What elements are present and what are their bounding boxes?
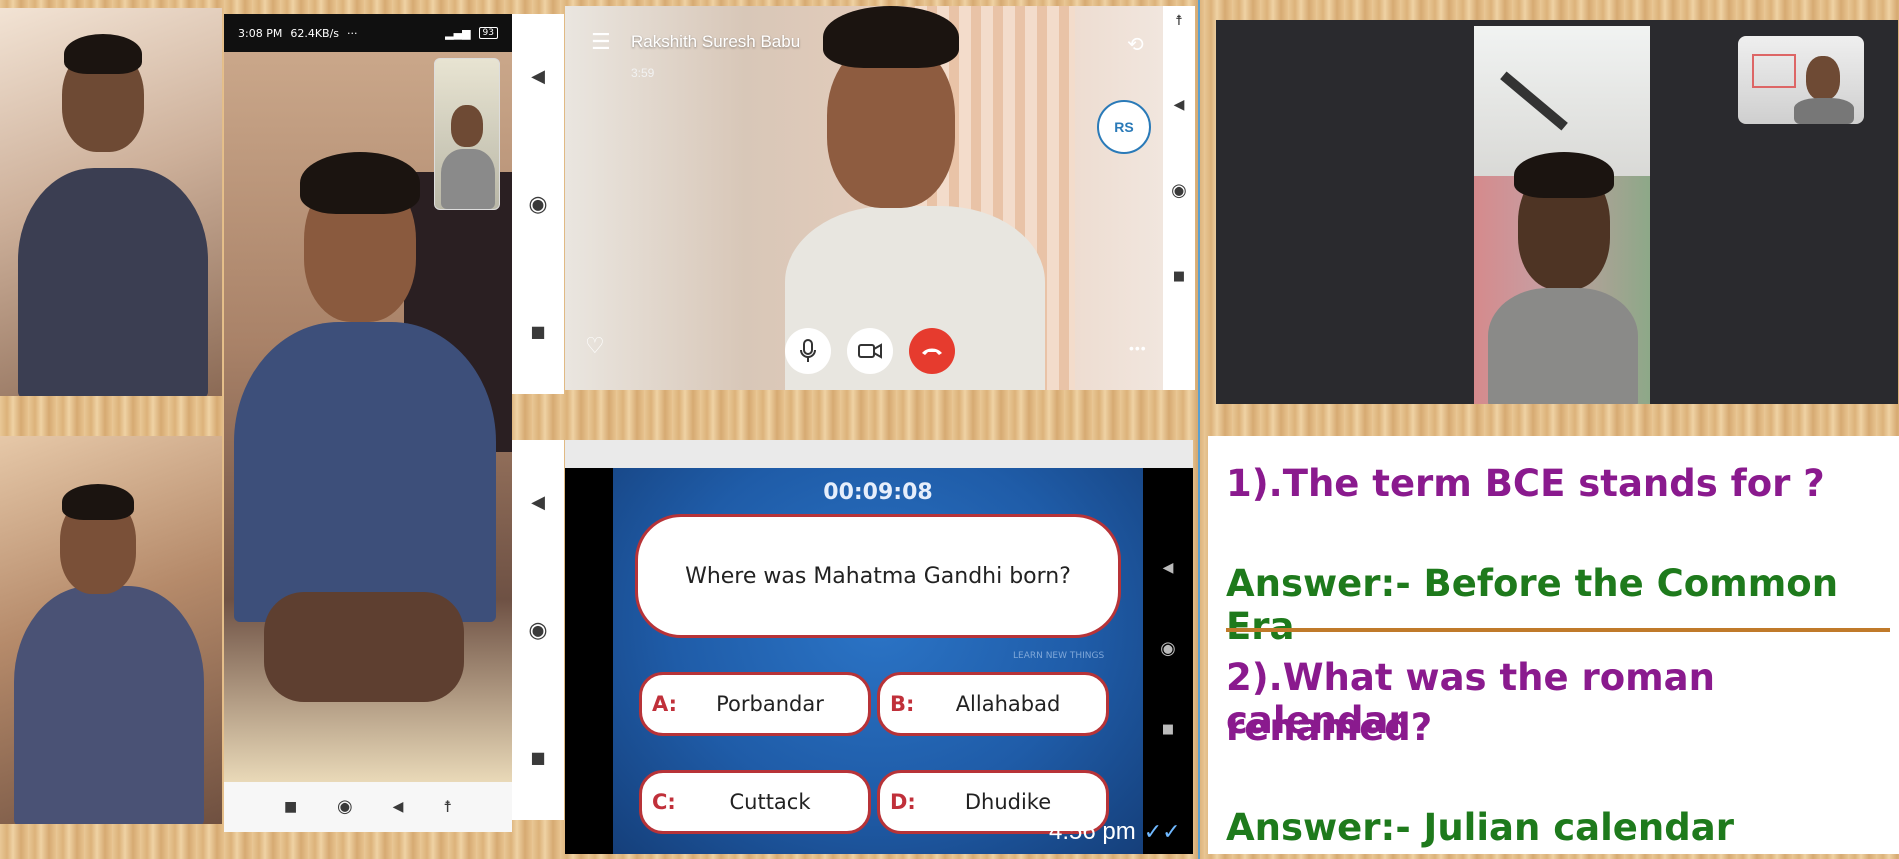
skype-call-window: ☰ Rakshith Suresh Babu 3:59 ⟲ RS ♡ ••• — [565, 6, 1163, 390]
remote-video-portrait — [1474, 26, 1650, 404]
status-bar: 3:08 PM 62.4KB/s ··· ▂▄▆ 93 — [224, 14, 512, 52]
answer-2: Answer:- Julian calendar — [1226, 806, 1734, 849]
quiz-question: Where was Mahatma Gandhi born? — [685, 563, 1071, 589]
read-receipt-icon: ✓✓ — [1143, 819, 1181, 844]
ceiling-fan — [1500, 71, 1568, 131]
quiz-board: 00:09:08 Where was Mahatma Gandhi born? … — [613, 468, 1143, 854]
back-icon[interactable]: ◀ — [531, 68, 545, 86]
timestamp-text: 4:56 pm — [1049, 818, 1136, 845]
quiz-option-c[interactable]: C: Cuttack — [639, 770, 871, 834]
switch-camera-icon[interactable]: ⟲ — [1127, 34, 1144, 54]
quiz-timer: 00:09:08 — [823, 480, 933, 505]
participant-avatar[interactable]: RS — [1097, 100, 1151, 154]
crossed-legs — [264, 592, 464, 702]
square-icon[interactable]: ■ — [530, 324, 545, 340]
home-circle-icon[interactable]: ◉ — [528, 620, 547, 642]
square-icon[interactable]: ■ — [284, 800, 297, 814]
quiz-tagline: LEARN NEW THINGS — [1013, 651, 1105, 661]
quiz-topbar — [565, 440, 1193, 468]
home-circle-icon[interactable]: ◉ — [528, 194, 547, 216]
panel-divider — [1198, 0, 1200, 859]
end-call-button[interactable] — [909, 328, 955, 374]
android-nav-strip-lower: ◀ ◉ ■ — [512, 440, 564, 820]
video-still-top-left — [0, 8, 222, 396]
home-circle-icon[interactable]: ◉ — [1160, 639, 1176, 658]
self-view-thumbnail-right[interactable] — [1738, 36, 1864, 124]
square-icon[interactable]: ■ — [530, 750, 545, 766]
home-circle-icon[interactable]: ◉ — [337, 798, 353, 816]
video-still-bottom-left — [0, 436, 222, 824]
battery-icon: 93 — [478, 27, 498, 39]
caller-name: Rakshith Suresh Babu — [631, 32, 801, 51]
status-dots: ··· — [347, 26, 358, 40]
self-view-thumbnail[interactable] — [434, 58, 500, 210]
quiz-nav-strip: ◀ ◉ ■ — [1143, 528, 1193, 768]
mute-button[interactable] — [785, 328, 831, 374]
answer-1: Answer:- Before the Common Era — [1226, 562, 1839, 648]
back-icon[interactable]: ◀ — [393, 800, 404, 814]
qa-divider — [1226, 628, 1890, 632]
accessibility-icon[interactable]: ☨ — [443, 799, 452, 815]
back-icon[interactable]: ◀ — [531, 494, 545, 512]
square-icon[interactable]: ■ — [1173, 270, 1185, 283]
home-circle-icon[interactable]: ◉ — [1171, 182, 1187, 200]
android-nav-strip-upper: ◀ ◉ ■ — [512, 14, 564, 394]
video-camera-icon — [858, 343, 882, 359]
back-icon[interactable]: ◀ — [1174, 98, 1185, 112]
quiz-screen: 00:09:08 Where was Mahatma Gandhi born? … — [565, 468, 1193, 854]
chat-icon[interactable]: ☰ — [591, 32, 611, 54]
question-2-line-2: renamed? — [1226, 706, 1433, 749]
message-timestamp: 4:56 pm ✓✓ — [1049, 818, 1181, 846]
status-speed: 62.4KB/s — [290, 26, 340, 40]
call-duration: 3:59 — [631, 66, 655, 80]
microphone-icon — [800, 339, 816, 362]
back-icon[interactable]: ◀ — [1163, 561, 1174, 575]
question-1: 1).The term BCE stands for ? — [1226, 462, 1825, 505]
heart-icon[interactable]: ♡ — [585, 336, 605, 358]
square-icon[interactable]: ■ — [1162, 723, 1174, 736]
android-nav-bar: ■ ◉ ◀ ☨ — [224, 782, 512, 832]
quiz-option-a[interactable]: A: Porbandar — [639, 672, 871, 736]
more-options-button[interactable]: ••• — [1129, 340, 1147, 356]
android-nav-strip-right: ☨ ◀ ◉ ■ — [1163, 6, 1195, 390]
signal-icon: ▂▄▆ — [445, 26, 471, 40]
accessibility-icon[interactable]: ☨ — [1175, 14, 1183, 28]
hang-up-icon — [922, 348, 942, 355]
quiz-option-b[interactable]: B: Allahabad — [877, 672, 1109, 736]
whiteboard — [1752, 54, 1796, 88]
phone-screen-left: 3:08 PM 62.4KB/s ··· ▂▄▆ 93 ■ ◉ ◀ ☨ — [224, 14, 512, 832]
video-toggle-button[interactable] — [847, 328, 893, 374]
status-time: 3:08 PM — [238, 26, 283, 40]
quiz-question-card: Where was Mahatma Gandhi born? — [635, 514, 1121, 638]
shared-screen-frame — [1216, 20, 1898, 404]
